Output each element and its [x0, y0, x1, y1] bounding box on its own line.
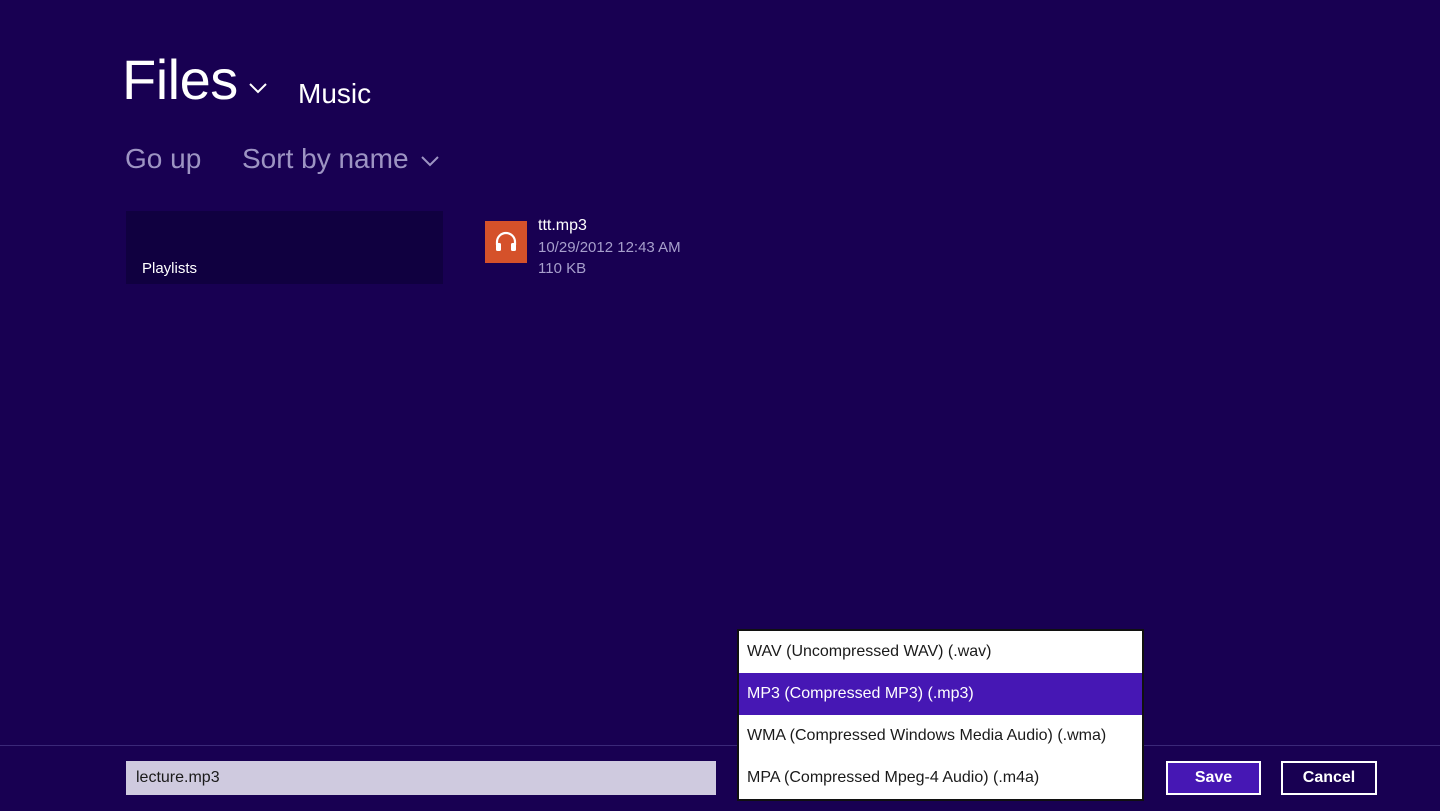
sort-chevron-icon	[420, 156, 439, 167]
go-up-button[interactable]: Go up	[125, 145, 201, 173]
file-size: 110 KB	[538, 260, 587, 277]
headphones-icon	[485, 221, 527, 263]
current-location[interactable]: Music	[298, 80, 371, 108]
file-type-option-m4a[interactable]: MPA (Compressed Mpeg-4 Audio) (.m4a)	[739, 757, 1142, 799]
save-button[interactable]: Save	[1166, 761, 1261, 795]
page-title: Files	[122, 48, 238, 111]
file-date: 10/29/2012 12:43 AM	[538, 239, 681, 256]
filename-input[interactable]	[126, 761, 716, 795]
file-type-dropdown-list[interactable]: WAV (Uncompressed WAV) (.wav) MP3 (Compr…	[737, 629, 1144, 801]
location-dropdown-chevron-icon[interactable]	[246, 76, 270, 100]
file-type-option-wma[interactable]: WMA (Compressed Windows Media Audio) (.w…	[739, 715, 1142, 757]
file-name: ttt.mp3	[538, 217, 587, 234]
file-item[interactable]: ttt.mp3 10/29/2012 12:43 AM 110 KB	[485, 216, 745, 286]
file-type-option-wav[interactable]: WAV (Uncompressed WAV) (.wav)	[739, 631, 1142, 673]
sort-label: Sort by name	[242, 143, 409, 174]
file-type-option-mp3[interactable]: MP3 (Compressed MP3) (.mp3)	[739, 673, 1142, 715]
sort-button[interactable]: Sort by name	[242, 145, 441, 173]
folder-label: Playlists	[142, 260, 198, 277]
cancel-button[interactable]: Cancel	[1281, 761, 1377, 795]
folder-tile-playlists[interactable]: Playlists	[126, 211, 443, 284]
